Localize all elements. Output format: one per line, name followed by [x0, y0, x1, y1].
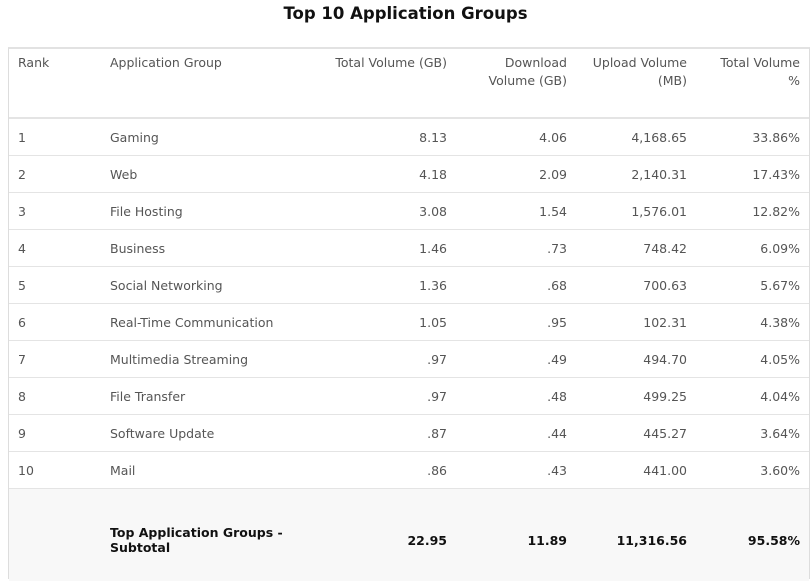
subtotal-row: Top Application Groups - Subtotal 22.95 … — [9, 489, 809, 581]
header-row: Rank Application Group Total Volume (GB)… — [9, 49, 809, 118]
rank-cell: 3 — [9, 193, 101, 230]
col-header-total-volume-pct[interactable]: Total Volume % — [696, 49, 809, 118]
download-volume-cell: .43 — [456, 452, 576, 489]
upload-volume-cell: 4,168.65 — [576, 118, 696, 156]
application-group-cell: Business — [101, 230, 301, 267]
upload-volume-cell: 700.63 — [576, 267, 696, 304]
total-volume-pct-cell: 17.43% — [696, 156, 809, 193]
application-group-cell: File Hosting — [101, 193, 301, 230]
col-header-rank[interactable]: Rank — [9, 49, 101, 118]
download-volume-cell: .48 — [456, 378, 576, 415]
upload-volume-cell: 1,576.01 — [576, 193, 696, 230]
application-group-cell: File Transfer — [101, 378, 301, 415]
total-volume-cell: 1.46 — [301, 230, 456, 267]
total-volume-cell: 4.18 — [301, 156, 456, 193]
total-volume-pct-cell: 3.64% — [696, 415, 809, 452]
total-volume-cell: .97 — [301, 378, 456, 415]
total-volume-cell: .86 — [301, 452, 456, 489]
upload-volume-cell: 445.27 — [576, 415, 696, 452]
total-volume-cell: 8.13 — [301, 118, 456, 156]
rank-cell: 1 — [9, 118, 101, 156]
total-volume-pct-cell: 3.60% — [696, 452, 809, 489]
table-row: 3File Hosting3.081.541,576.0112.82% — [9, 193, 809, 230]
rank-cell: 4 — [9, 230, 101, 267]
total-volume-pct-cell: 4.05% — [696, 341, 809, 378]
subtotal-download: 11.89 — [456, 489, 576, 581]
col-header-upload-volume[interactable]: Upload Volume (MB) — [576, 49, 696, 118]
application-group-cell: Mail — [101, 452, 301, 489]
download-volume-cell: 4.06 — [456, 118, 576, 156]
upload-volume-cell: 494.70 — [576, 341, 696, 378]
col-header-download-volume[interactable]: Download Volume (GB) — [456, 49, 576, 118]
application-group-cell: Software Update — [101, 415, 301, 452]
col-header-application-group[interactable]: Application Group — [101, 49, 301, 118]
table-row: 8File Transfer.97.48499.254.04% — [9, 378, 809, 415]
upload-volume-cell: 499.25 — [576, 378, 696, 415]
rank-cell: 8 — [9, 378, 101, 415]
table-row: 10Mail.86.43441.003.60% — [9, 452, 809, 489]
application-group-cell: Gaming — [101, 118, 301, 156]
application-group-cell: Multimedia Streaming — [101, 341, 301, 378]
rank-cell: 10 — [9, 452, 101, 489]
total-volume-pct-cell: 6.09% — [696, 230, 809, 267]
page-title: Top 10 Application Groups — [0, 4, 811, 23]
total-volume-pct-cell: 4.38% — [696, 304, 809, 341]
total-volume-cell: .97 — [301, 341, 456, 378]
application-group-cell: Web — [101, 156, 301, 193]
application-group-cell: Social Networking — [101, 267, 301, 304]
total-volume-pct-cell: 4.04% — [696, 378, 809, 415]
table-row: 9Software Update.87.44445.273.64% — [9, 415, 809, 452]
application-groups-table: Rank Application Group Total Volume (GB)… — [8, 47, 810, 579]
download-volume-cell: .73 — [456, 230, 576, 267]
table-row: 2Web4.182.092,140.3117.43% — [9, 156, 809, 193]
upload-volume-cell: 441.00 — [576, 452, 696, 489]
total-volume-cell: 1.36 — [301, 267, 456, 304]
rank-cell: 9 — [9, 415, 101, 452]
total-volume-pct-cell: 5.67% — [696, 267, 809, 304]
total-volume-cell: 1.05 — [301, 304, 456, 341]
subtotal-pct: 95.58% — [696, 489, 809, 581]
table-row: 4Business1.46.73748.426.09% — [9, 230, 809, 267]
download-volume-cell: .49 — [456, 341, 576, 378]
download-volume-cell: .95 — [456, 304, 576, 341]
col-header-total-volume[interactable]: Total Volume (GB) — [301, 49, 456, 118]
download-volume-cell: .44 — [456, 415, 576, 452]
rank-cell: 6 — [9, 304, 101, 341]
rank-cell: 7 — [9, 341, 101, 378]
upload-volume-cell: 102.31 — [576, 304, 696, 341]
total-volume-cell: 3.08 — [301, 193, 456, 230]
application-group-cell: Real-Time Communication — [101, 304, 301, 341]
total-volume-pct-cell: 12.82% — [696, 193, 809, 230]
download-volume-cell: 1.54 — [456, 193, 576, 230]
table-row: 5Social Networking1.36.68700.635.67% — [9, 267, 809, 304]
rank-cell: 5 — [9, 267, 101, 304]
table-row: 6Real-Time Communication1.05.95102.314.3… — [9, 304, 809, 341]
rank-cell: 2 — [9, 156, 101, 193]
download-volume-cell: 2.09 — [456, 156, 576, 193]
subtotal-total: 22.95 — [301, 489, 456, 581]
download-volume-cell: .68 — [456, 267, 576, 304]
subtotal-label: Top Application Groups - Subtotal — [101, 489, 301, 581]
subtotal-upload: 11,316.56 — [576, 489, 696, 581]
upload-volume-cell: 748.42 — [576, 230, 696, 267]
table-row: 1Gaming8.134.064,168.6533.86% — [9, 118, 809, 156]
table-row: 7Multimedia Streaming.97.49494.704.05% — [9, 341, 809, 378]
total-volume-pct-cell: 33.86% — [696, 118, 809, 156]
upload-volume-cell: 2,140.31 — [576, 156, 696, 193]
total-volume-cell: .87 — [301, 415, 456, 452]
